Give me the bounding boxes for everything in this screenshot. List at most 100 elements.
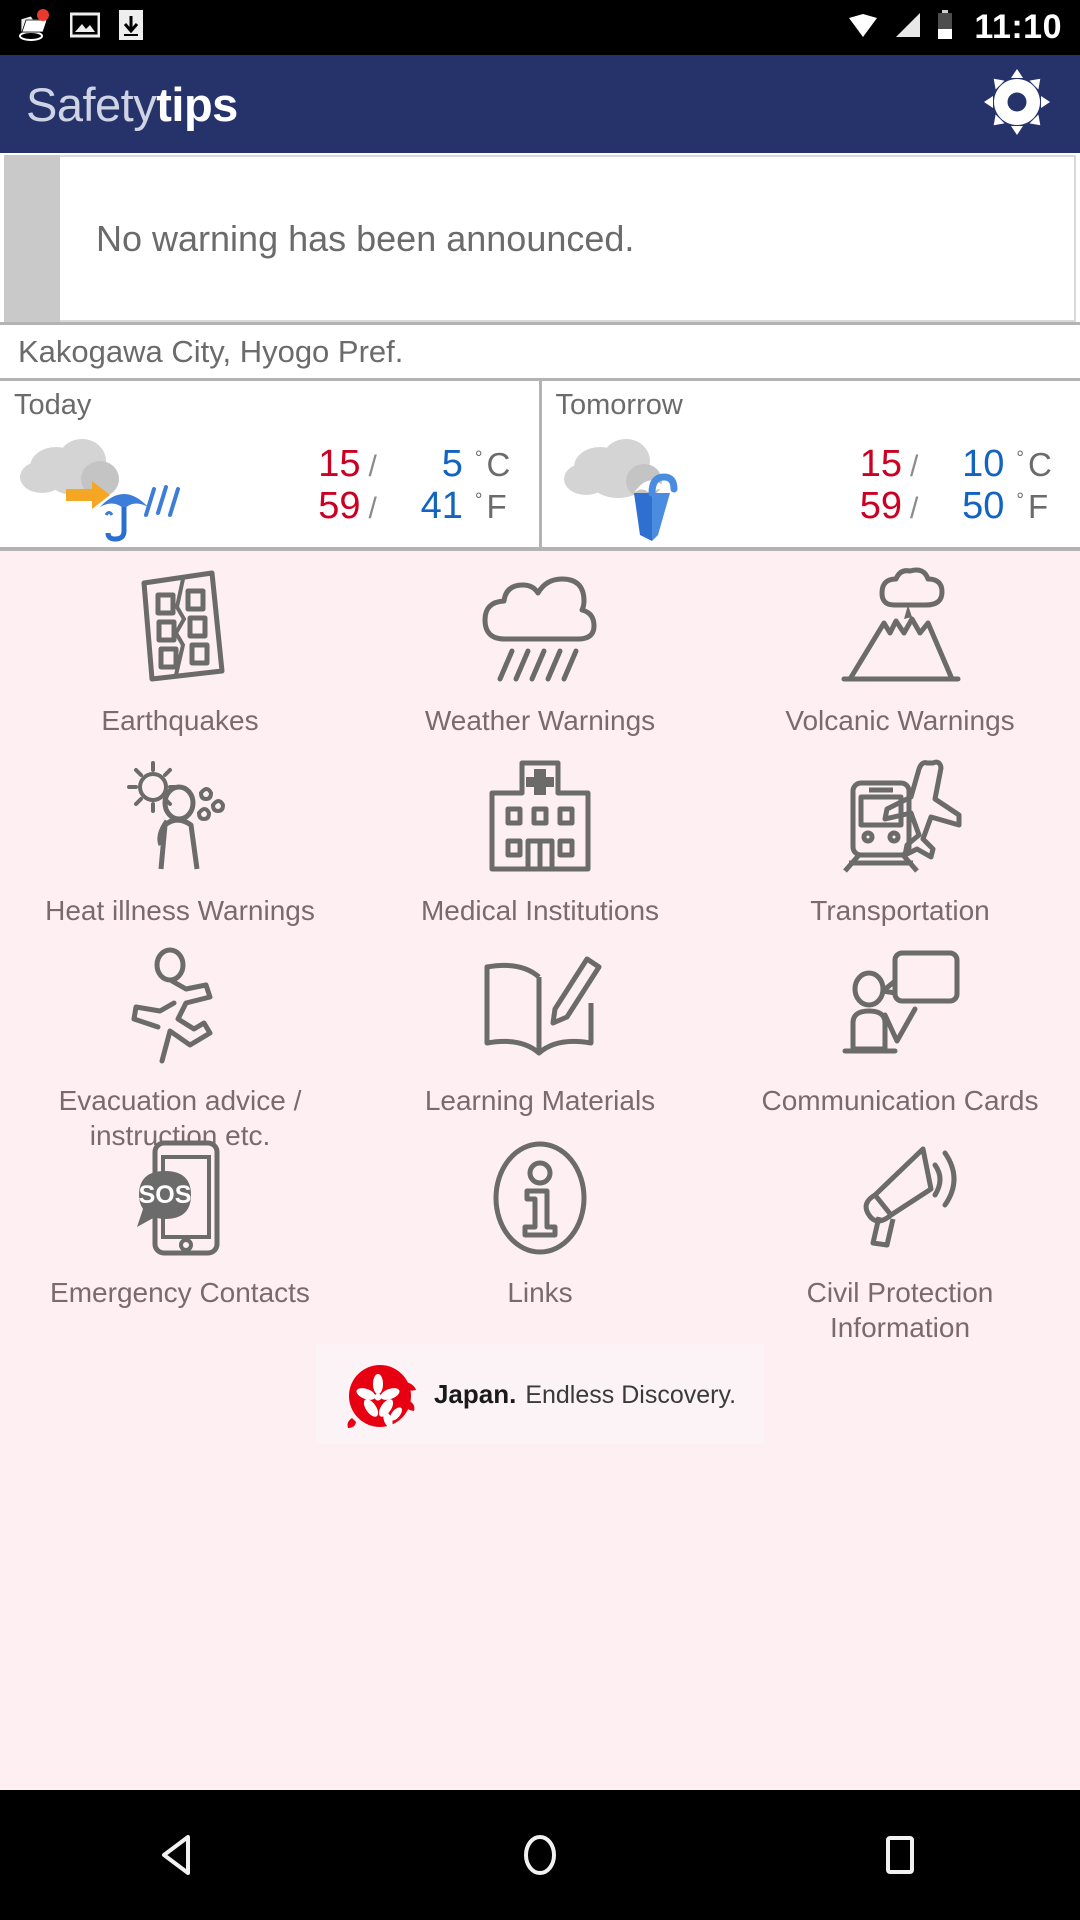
menu-item-communication-cards[interactable]: Communication Cards — [720, 947, 1080, 1139]
weather-temperatures: 15 / 10 ° C 59 / 50 ° F — [824, 442, 1080, 528]
square-recents-icon — [886, 1836, 914, 1874]
location-bar[interactable]: Kakogawa City, Hyogo Pref. — [0, 325, 1080, 381]
footer-logo-text: Japan. Endless Discovery. — [434, 1379, 736, 1410]
warning-severity-strip — [4, 155, 60, 322]
folder-upload-icon — [18, 8, 52, 47]
status-bar-left-icons — [18, 8, 144, 47]
circle-home-icon — [524, 1835, 556, 1875]
triangle-back-icon — [162, 1835, 190, 1875]
home-button[interactable] — [440, 1829, 640, 1881]
gear-icon — [984, 68, 1050, 135]
menu-item-volcanic-warnings[interactable]: Volcanic Warnings — [720, 567, 1080, 757]
app-bar: Safetytips — [0, 55, 1080, 153]
menu-item-civil-protection-information[interactable]: Civil Protection Information — [720, 1139, 1080, 1343]
temperature-row-fahrenheit: 59 / 41 ° F — [283, 484, 517, 528]
cloud-arrow-rain-umbrella-icon — [14, 431, 214, 542]
weather-temperatures: 15 / 5 ° C 59 / 41 ° F — [283, 442, 539, 528]
weather-card-title: Tomorrow — [555, 389, 683, 421]
wifi-icon — [846, 10, 880, 45]
weather-card-title: Today — [14, 389, 92, 421]
menu-item-label: Medical Institutions — [420, 895, 660, 926]
temp-high-f: 59 — [859, 484, 903, 527]
temp-unit-f: F — [486, 487, 507, 525]
menu-item-medical-institutions[interactable]: Medical Institutions — [360, 757, 720, 947]
menu-item-label: Links — [507, 1277, 573, 1308]
menu-row: Heat illness Warnings Medical Institutio… — [0, 757, 1080, 947]
settings-button[interactable] — [980, 65, 1054, 144]
menu-item-label: Volcanic Warnings — [785, 705, 1015, 736]
sun-person-sweat-icon — [117, 757, 243, 875]
signal-icon — [892, 10, 924, 45]
menu-item-learning-materials[interactable]: Learning Materials — [360, 947, 720, 1139]
volcano-icon — [834, 567, 966, 685]
menu-row: Evacuation advice / instruction etc. Lea… — [0, 947, 1080, 1151]
menu-item-label: Earthquakes — [101, 705, 259, 736]
menu-row: Earthquakes Weather Warnings Volcanic Wa… — [0, 567, 1080, 757]
status-bar-clock: 11:10 — [974, 8, 1062, 46]
cloud-umbrella-icon — [556, 431, 756, 541]
degree-symbol: ° — [1016, 489, 1024, 511]
degree-symbol: ° — [474, 489, 483, 511]
info-circle-icon — [485, 1139, 595, 1257]
temp-high-c: 15 — [859, 442, 903, 485]
menu-item-links[interactable]: Links — [360, 1139, 720, 1331]
japan-endless-discovery-logo: Japan. Endless Discovery. — [315, 1344, 765, 1444]
back-button[interactable] — [80, 1829, 280, 1881]
menu-row: SOS Emergency Contacts Links Civil Prote… — [0, 1139, 1080, 1343]
footer-logo-area: Japan. Endless Discovery. — [0, 1331, 1080, 1457]
menu-item-transportation[interactable]: Transportation — [720, 757, 1080, 947]
warning-panel[interactable]: No warning has been announced. — [0, 153, 1080, 325]
app-screen: 11:10 Safetytips No warning has been ann… — [0, 0, 1080, 1920]
temp-low-f: 50 — [962, 484, 1005, 527]
footer-logo-tagline: Endless Discovery. — [525, 1380, 737, 1409]
temp-unit-c: C — [1028, 445, 1052, 483]
menu-item-emergency-contacts[interactable]: SOS Emergency Contacts — [0, 1139, 360, 1331]
battery-icon — [936, 9, 954, 46]
temp-low-c: 5 — [441, 442, 463, 485]
cracked-building-icon — [126, 567, 234, 685]
warning-body: No warning has been announced. — [60, 155, 1076, 322]
temp-low-f: 41 — [420, 484, 463, 527]
menu-item-evacuation-advice[interactable]: Evacuation advice / instruction etc. — [0, 947, 360, 1151]
menu-item-weather-warnings[interactable]: Weather Warnings — [360, 567, 720, 757]
weather-section: Today 15 / 5 ° C 59 / 41 ° F Tomorrow 15… — [0, 381, 1080, 551]
person-speech-bubble-icon — [835, 947, 965, 1065]
temperature-row-celsius: 15 / 10 ° C — [824, 442, 1058, 486]
download-icon — [118, 9, 144, 46]
svg-text:SOS: SOS — [139, 1181, 192, 1209]
app-title-bold: tips — [156, 77, 238, 131]
screenshot-image-icon — [69, 10, 101, 45]
temp-high-c: 15 — [318, 442, 361, 485]
train-plane-icon — [835, 757, 965, 875]
temp-separator: / — [910, 449, 919, 483]
status-bar-right-icons: 11:10 — [846, 8, 1062, 47]
temp-separator: / — [910, 491, 919, 525]
menu-item-label: Emergency Contacts — [50, 1277, 310, 1308]
degree-symbol: ° — [474, 447, 483, 469]
location-name: Kakogawa City, Hyogo Pref. — [18, 333, 404, 369]
menu-item-label: Communication Cards — [761, 1085, 1039, 1116]
footer-logo-brand: Japan. — [433, 1378, 517, 1409]
temp-separator: / — [368, 449, 377, 483]
recents-button[interactable] — [800, 1829, 1000, 1881]
android-navigation-bar — [0, 1790, 1080, 1920]
temp-high-f: 59 — [318, 484, 361, 527]
status-bar: 11:10 — [0, 0, 1080, 55]
weather-card-today[interactable]: Today 15 / 5 ° C 59 / 41 ° F — [0, 381, 539, 547]
temp-unit-f: F — [1028, 487, 1049, 525]
menu-item-earthquakes[interactable]: Earthquakes — [0, 567, 360, 757]
degree-symbol: ° — [1016, 447, 1024, 469]
temp-unit-c: C — [486, 445, 511, 483]
app-title: Safetytips — [26, 81, 238, 128]
weather-card-body: 15 / 5 ° C 59 / 41 ° F — [14, 424, 539, 547]
weather-card-tomorrow[interactable]: Tomorrow 15 / 10 ° C 59 / 50 ° F — [538, 381, 1080, 547]
weather-card-body: 15 / 10 ° C 59 / 50 ° F — [556, 424, 1080, 547]
menu-item-heat-illness-warnings[interactable]: Heat illness Warnings — [0, 757, 360, 947]
book-pencil-icon — [477, 947, 603, 1065]
menu-item-label: Heat illness Warnings — [45, 895, 315, 926]
temp-separator: / — [368, 491, 377, 525]
running-person-icon — [120, 947, 240, 1065]
menu-item-label: Learning Materials — [424, 1085, 656, 1116]
warning-message: No warning has been announced. — [96, 217, 635, 259]
temp-low-c: 10 — [962, 442, 1005, 485]
